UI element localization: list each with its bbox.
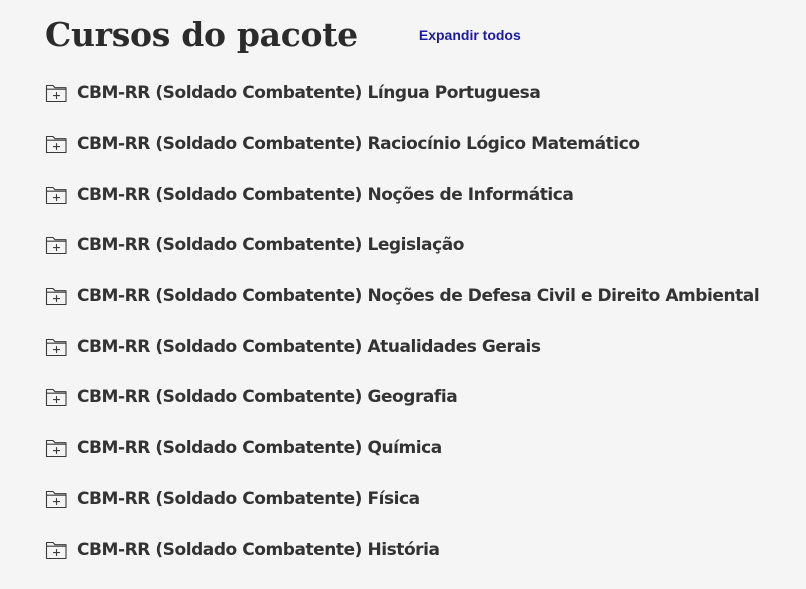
section-header: Cursos do pacote Expandir todos [45,0,806,68]
folder-plus-icon[interactable] [45,134,68,154]
course-label[interactable]: CBM-RR (Soldado Combatente) Raciocínio L… [77,134,640,154]
course-label[interactable]: CBM-RR (Soldado Combatente) Noções de De… [77,286,760,306]
course-package-section: Cursos do pacote Expandir todos CBM-RR (… [0,0,806,589]
course-label[interactable]: CBM-RR (Soldado Combatente) Noções de In… [77,185,574,205]
folder-plus-icon[interactable] [45,540,68,560]
page-title: Cursos do pacote [45,14,358,54]
course-label[interactable]: CBM-RR (Soldado Combatente) Física [77,489,420,509]
course-label[interactable]: CBM-RR (Soldado Combatente) Legislação [77,235,464,255]
course-item[interactable]: CBM-RR (Soldado Combatente) Raciocínio L… [45,119,806,170]
folder-plus-icon[interactable] [45,235,68,255]
folder-plus-icon[interactable] [45,489,68,509]
course-label[interactable]: CBM-RR (Soldado Combatente) Química [77,438,442,458]
course-item[interactable]: CBM-RR (Soldado Combatente) Noções de In… [45,169,806,220]
course-item[interactable]: CBM-RR (Soldado Combatente) Química [45,423,806,474]
course-item[interactable]: CBM-RR (Soldado Combatente) Legislação [45,220,806,271]
course-item[interactable]: CBM-RR (Soldado Combatente) Atualidades … [45,321,806,372]
course-item[interactable]: CBM-RR (Soldado Combatente) História [45,524,806,575]
course-item[interactable]: CBM-RR (Soldado Combatente) Geografia [45,372,806,423]
folder-plus-icon[interactable] [45,387,68,407]
course-label[interactable]: CBM-RR (Soldado Combatente) Língua Portu… [77,83,541,103]
course-item[interactable]: CBM-RR (Soldado Combatente) Língua Portu… [45,68,806,119]
course-label[interactable]: CBM-RR (Soldado Combatente) História [77,540,440,560]
folder-plus-icon[interactable] [45,337,68,357]
expand-all-button[interactable]: Expandir todos [419,27,521,43]
course-item[interactable]: CBM-RR (Soldado Combatente) Noções de De… [45,271,806,322]
course-list: CBM-RR (Soldado Combatente) Língua Portu… [45,68,806,575]
course-label[interactable]: CBM-RR (Soldado Combatente) Atualidades … [77,337,541,357]
folder-plus-icon[interactable] [45,185,68,205]
course-label[interactable]: CBM-RR (Soldado Combatente) Geografia [77,387,458,407]
folder-plus-icon[interactable] [45,438,68,458]
course-item[interactable]: CBM-RR (Soldado Combatente) Física [45,474,806,525]
folder-plus-icon[interactable] [45,286,68,306]
folder-plus-icon[interactable] [45,83,68,103]
